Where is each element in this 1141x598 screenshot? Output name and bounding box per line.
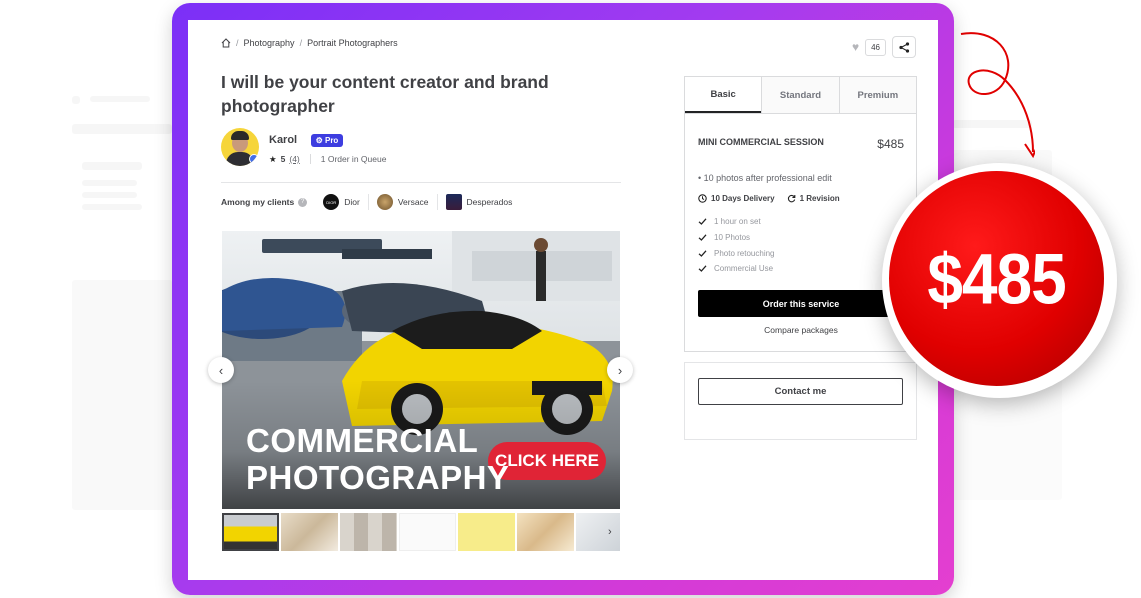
home-icon[interactable]	[221, 38, 231, 48]
feature-label: Commercial Use	[714, 264, 774, 274]
like-count: 46	[865, 38, 886, 56]
headline-photography: PHOTOGRAPHY	[246, 459, 510, 496]
check-icon	[698, 218, 707, 226]
check-icon	[698, 250, 707, 257]
gallery-next-button[interactable]: ›	[607, 357, 633, 383]
compare-packages-link[interactable]: Compare packages	[698, 325, 904, 335]
revision-info: 1 Revision	[787, 194, 840, 203]
verified-badge-icon	[249, 154, 259, 164]
share-button[interactable]	[892, 36, 916, 58]
thumbnail[interactable]	[281, 513, 338, 551]
gallery-prev-button[interactable]: ‹	[208, 357, 234, 383]
divider	[221, 182, 621, 183]
rating-value: 5	[280, 154, 286, 164]
versace-logo-icon	[376, 194, 393, 210]
contact-button[interactable]: Contact me	[698, 378, 903, 405]
thumbnail[interactable]	[340, 513, 397, 551]
breadcrumb-separator: /	[236, 38, 239, 48]
tab-premium[interactable]: Premium	[838, 77, 916, 113]
package-name: MINI COMMERCIAL SESSION	[698, 137, 824, 147]
package-description: • 10 photos after professional edit	[698, 173, 832, 183]
seller-overview: Karol ⚙ Pro ★ 5 (4) 1 Order in Queue	[221, 128, 386, 166]
price-bubble-text: $485	[927, 238, 1066, 319]
feature-label: 1 hour on set	[714, 217, 761, 227]
headline-commercial: COMMERCIAL	[246, 422, 479, 459]
package-price: $485	[877, 137, 904, 151]
clients-label: Among my clients	[221, 197, 295, 207]
revision-text: 1 Revision	[799, 194, 840, 203]
pro-badge-label: Pro	[324, 135, 339, 145]
avatar[interactable]	[221, 128, 259, 166]
thumbnail[interactable]	[517, 513, 574, 551]
tab-standard[interactable]: Standard	[761, 77, 839, 113]
thumbnail[interactable]	[576, 513, 620, 551]
pro-badge: ⚙ Pro	[310, 133, 344, 147]
client-name: Dior	[344, 197, 360, 207]
curved-arrow-icon	[960, 32, 1035, 159]
package-meta: 10 Days Delivery 1 Revision	[698, 194, 840, 203]
feature-item: Photo retouching	[698, 245, 775, 261]
package-tabs: Basic Standard Premium	[685, 77, 916, 114]
feature-list: 1 hour on set 10 Photos Photo retouching…	[698, 214, 775, 277]
clock-icon	[698, 194, 707, 203]
price-bubble: $485	[889, 171, 1104, 386]
order-button[interactable]: Order this service	[698, 290, 904, 317]
heart-icon[interactable]: ♥	[852, 40, 859, 54]
gallery-thumbnails	[222, 513, 620, 551]
rating-count[interactable]: (4)	[289, 154, 299, 164]
feature-item: 1 hour on set	[698, 214, 775, 230]
divider	[309, 154, 311, 164]
package-card: Basic Standard Premium MINI COMMERCIAL S…	[684, 76, 917, 352]
orders-in-queue: 1 Order in Queue	[320, 154, 387, 164]
client-desperados: Desperados	[436, 194, 521, 210]
refresh-icon	[787, 194, 795, 203]
gig-page: / Photography / Portrait Photographers ♥…	[188, 20, 938, 580]
breadcrumb-item-portrait-photographers[interactable]: Portrait Photographers	[307, 38, 398, 48]
feature-item: Commercial Use	[698, 261, 775, 277]
delivery-info: 10 Days Delivery	[698, 194, 775, 203]
top-actions: ♥ 46	[852, 36, 916, 58]
package-header: MINI COMMERCIAL SESSION $485	[698, 137, 904, 151]
breadcrumb-item-photography[interactable]: Photography	[244, 38, 295, 48]
delivery-text: 10 Days Delivery	[711, 194, 775, 203]
contact-box: Contact me	[684, 362, 917, 440]
thumbnails-next-icon[interactable]: ›	[608, 526, 612, 538]
share-icon	[898, 41, 909, 53]
client-name: Desperados	[466, 197, 513, 207]
seller-name[interactable]: Karol	[269, 134, 297, 146]
star-icon: ★	[269, 153, 277, 164]
click-here-cta[interactable]: CLICK HERE	[488, 442, 606, 480]
gig-title: I will be your content creator and brand…	[221, 72, 549, 116]
thumbnail[interactable]	[458, 513, 515, 551]
rating-row: ★ 5 (4) 1 Order in Queue	[269, 154, 386, 165]
breadcrumb-separator: /	[299, 38, 303, 48]
info-icon[interactable]: ?	[298, 197, 308, 207]
feature-label: Photo retouching	[714, 248, 775, 258]
tab-basic[interactable]: Basic	[685, 77, 762, 113]
feature-label: 10 Photos	[714, 233, 751, 243]
thumbnail[interactable]	[222, 513, 279, 551]
client-dior: DIOR Dior	[315, 194, 368, 210]
client-name: Versace	[397, 197, 429, 207]
dior-logo-icon: DIOR	[323, 194, 340, 210]
check-icon	[698, 234, 707, 241]
clients-row: Among my clients ? DIOR Dior Versace Des…	[221, 194, 520, 210]
feature-item: 10 Photos	[698, 230, 775, 246]
thumbnail[interactable]	[399, 513, 456, 551]
desperados-logo-icon	[445, 194, 462, 210]
check-icon	[698, 265, 707, 273]
gallery-main-image[interactable]: COMMERCIAL PHOTOGRAPHY CLICK HERE	[222, 231, 620, 509]
breadcrumb: / Photography / Portrait Photographers	[221, 38, 398, 48]
client-versace: Versace	[367, 194, 437, 210]
